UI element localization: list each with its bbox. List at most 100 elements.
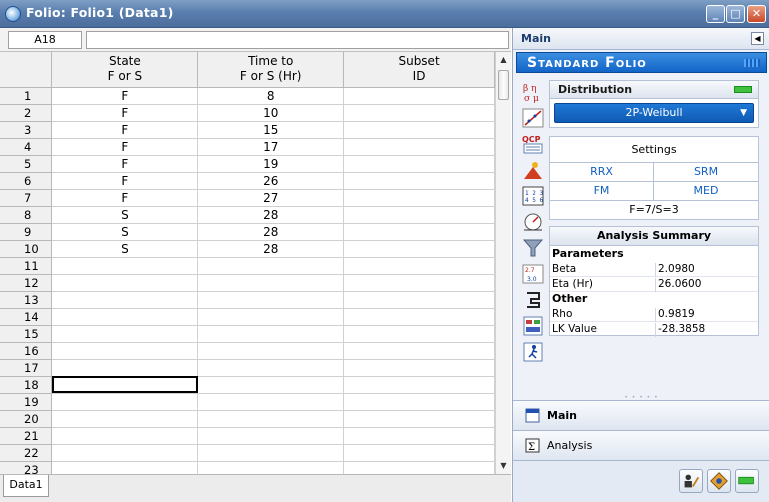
- cell-state[interactable]: [51, 393, 199, 411]
- table-row[interactable]: 21: [0, 427, 495, 445]
- table-row[interactable]: 18: [0, 376, 495, 394]
- column-header-state[interactable]: State F or S: [51, 52, 199, 88]
- cell-state[interactable]: [51, 444, 199, 462]
- row-header[interactable]: 21: [0, 427, 53, 445]
- cell-state[interactable]: [51, 325, 199, 343]
- matrix-icon[interactable]: 1 2 34 5 6: [520, 184, 544, 206]
- beta-eta-icon[interactable]: β ησ μ: [520, 80, 544, 104]
- row-header[interactable]: 19: [0, 393, 53, 411]
- cell-state[interactable]: F: [51, 87, 199, 105]
- maximize-button[interactable]: □: [726, 5, 745, 23]
- row-header[interactable]: 2: [0, 104, 53, 122]
- cell-subset[interactable]: [343, 155, 495, 173]
- table-row[interactable]: 4 F 17: [0, 138, 495, 156]
- cell-subset[interactable]: [343, 461, 495, 474]
- cell-time[interactable]: [197, 461, 345, 474]
- calculate-icon[interactable]: [735, 469, 759, 493]
- row-header[interactable]: 23: [0, 461, 53, 474]
- row-header[interactable]: 15: [0, 325, 53, 343]
- magnet-icon[interactable]: [520, 288, 544, 310]
- cell-time[interactable]: 19: [197, 155, 345, 173]
- cell-subset[interactable]: [343, 393, 495, 411]
- row-header[interactable]: 8: [0, 206, 53, 224]
- cell-state[interactable]: [51, 359, 199, 377]
- cell-time[interactable]: 28: [197, 240, 345, 258]
- table-row[interactable]: 22: [0, 444, 495, 462]
- cell-time[interactable]: [197, 410, 345, 428]
- cell-subset[interactable]: [343, 427, 495, 445]
- row-header[interactable]: 18: [0, 376, 53, 394]
- cell-state[interactable]: [51, 427, 199, 445]
- row-header[interactable]: 16: [0, 342, 53, 360]
- cell-subset[interactable]: [343, 359, 495, 377]
- table-row[interactable]: 7 F 27: [0, 189, 495, 207]
- cell-subset[interactable]: [343, 87, 495, 105]
- table-row[interactable]: 5 F 19: [0, 155, 495, 173]
- cell-subset[interactable]: [343, 206, 495, 224]
- cell-subset[interactable]: [343, 376, 495, 394]
- row-header[interactable]: 7: [0, 189, 53, 207]
- formula-input[interactable]: [86, 31, 509, 49]
- row-header[interactable]: 12: [0, 274, 53, 292]
- data-sheet[interactable]: State F or S Time to F or S (Hr) Subset ID …: [0, 52, 495, 474]
- column-header-subset[interactable]: Subset ID: [343, 52, 495, 88]
- cell-time[interactable]: [197, 308, 345, 326]
- distribution-select[interactable]: 2P-Weibull ▼: [554, 103, 754, 123]
- nav-main-button[interactable]: Main: [513, 400, 769, 430]
- cell-state[interactable]: S: [51, 240, 199, 258]
- cell-subset[interactable]: [343, 138, 495, 156]
- cell-state[interactable]: [51, 410, 199, 428]
- cell-time[interactable]: [197, 427, 345, 445]
- cell-time[interactable]: [197, 393, 345, 411]
- cell-time[interactable]: [197, 342, 345, 360]
- qcp-icon[interactable]: QCP: [520, 132, 544, 154]
- cell-subset[interactable]: [343, 410, 495, 428]
- cell-time[interactable]: [197, 359, 345, 377]
- srm-button[interactable]: SRM: [654, 163, 758, 181]
- cell-state[interactable]: [51, 342, 199, 360]
- cell-time[interactable]: 15: [197, 121, 345, 139]
- cell-state[interactable]: [51, 291, 199, 309]
- cell-state[interactable]: S: [51, 206, 199, 224]
- table-row[interactable]: 13: [0, 291, 495, 309]
- arrow-convert-icon[interactable]: 2.7 3.0: [520, 262, 544, 284]
- row-header[interactable]: 6: [0, 172, 53, 190]
- cell-state[interactable]: [51, 257, 199, 275]
- table-row[interactable]: 10 S 28: [0, 240, 495, 258]
- cell-time[interactable]: [197, 325, 345, 343]
- cell-state[interactable]: [51, 308, 199, 326]
- user-edit-icon[interactable]: [679, 469, 703, 493]
- data-grid[interactable]: State F or S Time to F or S (Hr) Subset ID …: [0, 52, 495, 474]
- row-header[interactable]: 20: [0, 410, 53, 428]
- table-row[interactable]: 1F8: [0, 87, 495, 105]
- run-figure-icon[interactable]: [520, 340, 544, 362]
- scroll-up-icon[interactable]: ▲: [496, 52, 511, 68]
- fm-button[interactable]: FM: [550, 182, 654, 200]
- grid-corner[interactable]: [0, 52, 53, 88]
- table-row[interactable]: 14: [0, 308, 495, 326]
- plot-line-icon[interactable]: [520, 106, 544, 128]
- cell-subset[interactable]: [343, 308, 495, 326]
- row-header[interactable]: 1: [0, 87, 53, 105]
- table-row[interactable]: 2 F 10: [0, 104, 495, 122]
- cell-subset[interactable]: [343, 240, 495, 258]
- cell-subset[interactable]: [343, 257, 495, 275]
- cell-subset[interactable]: [343, 172, 495, 190]
- table-row[interactable]: 11: [0, 257, 495, 275]
- cell-state[interactable]: F: [51, 155, 199, 173]
- wizard-icon[interactable]: [707, 469, 731, 493]
- scroll-thumb[interactable]: [498, 70, 509, 100]
- table-row[interactable]: 3 F 15: [0, 121, 495, 139]
- cell-time[interactable]: [197, 444, 345, 462]
- table-row[interactable]: 23: [0, 461, 495, 474]
- scroll-down-icon[interactable]: ▼: [496, 458, 511, 474]
- row-header[interactable]: 5: [0, 155, 53, 173]
- cell-state[interactable]: S: [51, 223, 199, 241]
- row-header[interactable]: 4: [0, 138, 53, 156]
- cell-time[interactable]: [197, 291, 345, 309]
- cell-state[interactable]: F: [51, 121, 199, 139]
- cell-state[interactable]: [51, 461, 199, 474]
- row-header[interactable]: 11: [0, 257, 53, 275]
- cell-subset[interactable]: [343, 121, 495, 139]
- table-row[interactable]: 15: [0, 325, 495, 343]
